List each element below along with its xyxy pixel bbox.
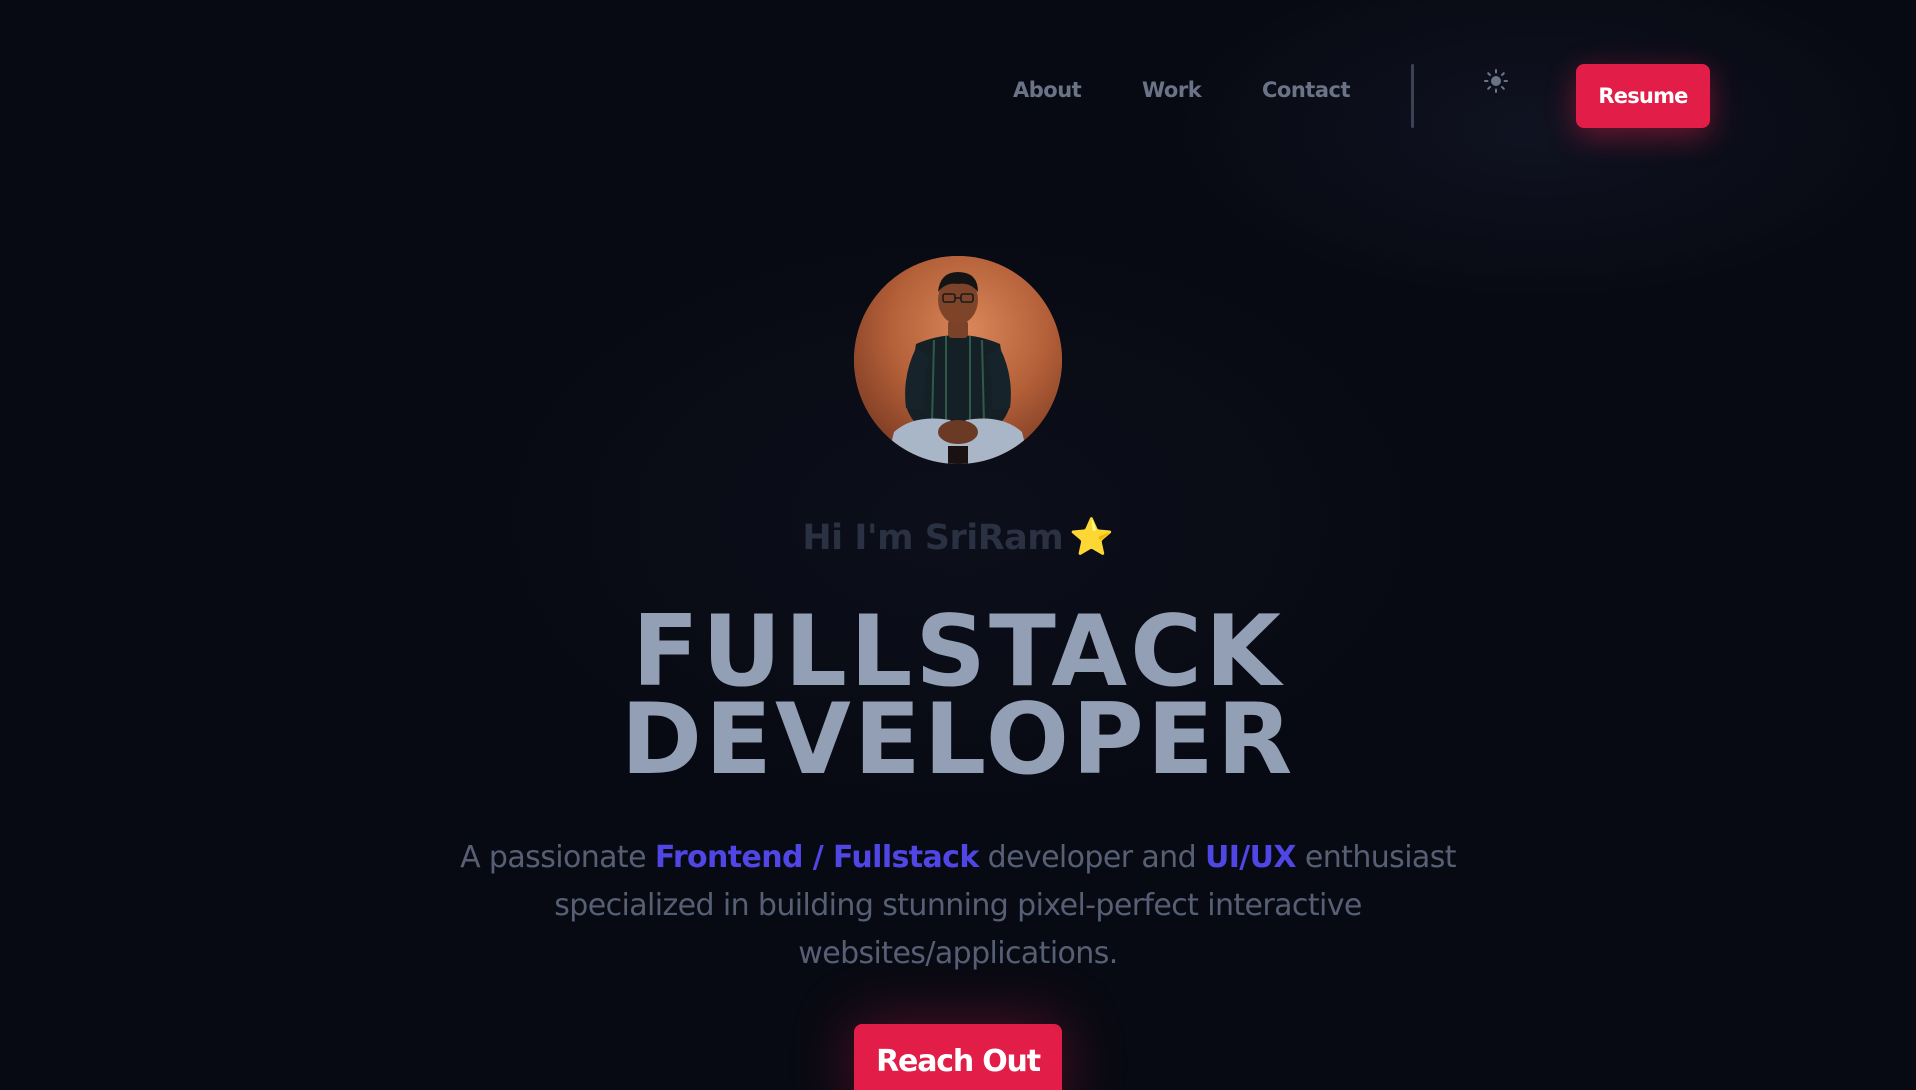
nav-link-about[interactable]: About	[1013, 78, 1082, 102]
tagline-part-2: developer and	[978, 840, 1205, 875]
greeting-text: Hi I'm SriRam	[802, 518, 1064, 558]
theme-toggle-button[interactable]	[1481, 66, 1511, 96]
reach-out-button[interactable]: Reach Out	[854, 1024, 1062, 1090]
top-navigation: About Work Contact Resume	[0, 0, 1916, 190]
tagline-highlight-frontend: Frontend / Fullstack	[654, 840, 979, 875]
profile-photo	[854, 256, 1062, 464]
tagline-part-1: A passionate	[460, 840, 655, 875]
greeting: Hi I'm SriRam ⭐	[0, 516, 1916, 558]
nav-link-work[interactable]: Work	[1142, 78, 1202, 102]
sun-icon	[1484, 69, 1508, 93]
headline: FULLSTACK DEVELOPER	[0, 603, 1916, 797]
tagline: A passionate Frontend / Fullstack develo…	[440, 834, 1476, 978]
headline-line-2: DEVELOPER	[620, 683, 1296, 797]
star-emoji-icon: ⭐	[1069, 517, 1114, 558]
nav-divider	[1411, 64, 1414, 128]
avatar	[854, 256, 1062, 464]
resume-button[interactable]: Resume	[1576, 64, 1710, 128]
nav-link-contact[interactable]: Contact	[1262, 78, 1351, 102]
tagline-highlight-uiux: UI/UX	[1204, 840, 1297, 875]
